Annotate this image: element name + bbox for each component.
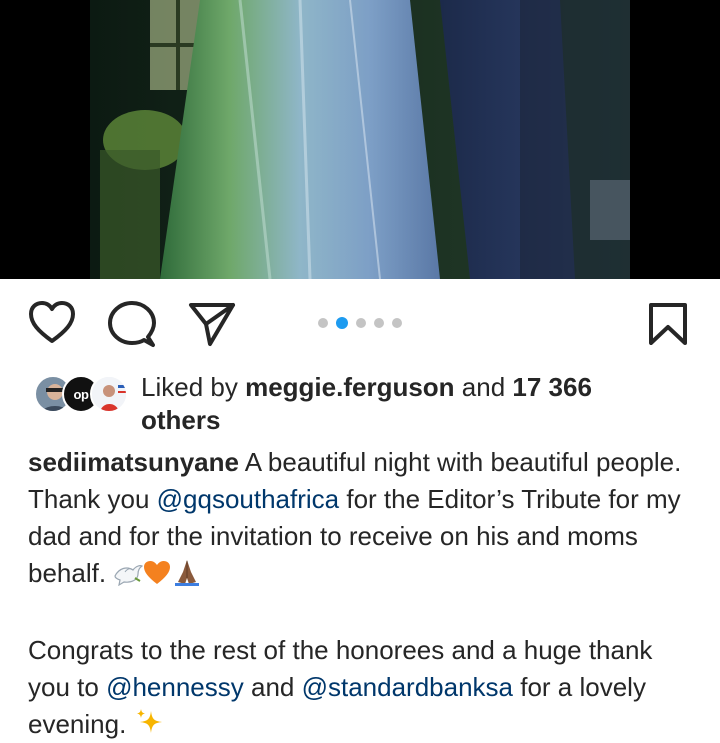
folded-hands-icon [171,556,203,596]
share-button[interactable] [188,301,236,347]
post-image [0,0,720,279]
likes-text: Liked by meggie.ferguson and 17 366 other… [141,372,592,435]
sparkles-icon [134,707,164,743]
caption-username[interactable]: sediimatsunyane [28,447,239,477]
likes-others[interactable]: others [141,405,220,435]
likes-count[interactable]: 17 366 [512,372,592,402]
comment-button[interactable] [108,301,156,349]
heart-outline-icon [29,301,75,343]
bookmark-icon [649,303,687,345]
liker-username[interactable]: meggie.ferguson [245,372,454,402]
paper-plane-icon [189,303,235,346]
carousel-dot [392,318,402,328]
mention-link[interactable]: @gqsouthafrica [157,484,340,514]
mention-link[interactable]: @standardbanksa [302,672,513,702]
caption-paragraph: Congrats to the rest of the honorees and… [28,632,698,743]
post-caption: sediimatsunyane A beautiful night with b… [28,444,698,743]
dove-emoji-icon [113,559,144,596]
orange-heart-icon [143,559,171,596]
carousel-dot [356,318,366,328]
post-photo[interactable] [0,0,720,279]
carousel-indicator [318,317,402,329]
carousel-dot-active [336,317,348,329]
avatar [90,375,128,413]
comment-bubble-icon [108,301,156,347]
liker-avatars: op [34,375,134,415]
likes-summary[interactable]: op Liked by meggie.ferguson and 17 366 ot… [30,371,690,441]
like-button[interactable] [28,301,76,345]
carousel-dot [374,318,384,328]
save-button[interactable] [648,303,688,345]
post-action-bar [0,279,720,369]
caption-paragraph: sediimatsunyane A beautiful night with b… [28,444,698,596]
carousel-dot [318,318,328,328]
mention-link[interactable]: @hennessy [106,672,244,702]
